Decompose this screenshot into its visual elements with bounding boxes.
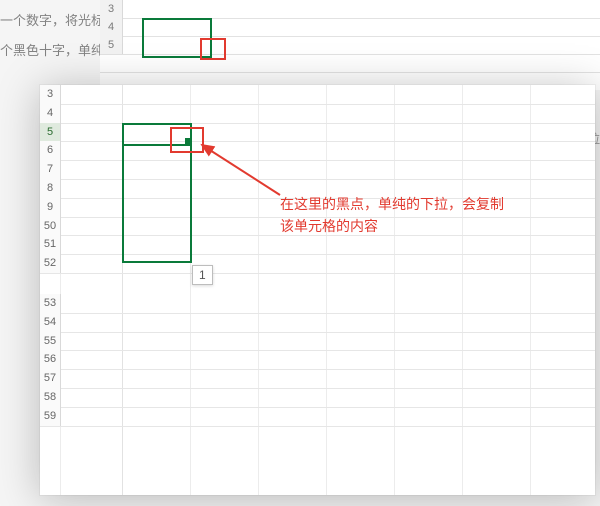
bg-callout-box <box>200 38 226 60</box>
row-header[interactable]: 6 <box>40 141 61 160</box>
row-header[interactable]: 58 <box>40 388 61 407</box>
row-header[interactable]: 9 <box>40 198 61 217</box>
spreadsheet-grid[interactable]: 3 4 5 6 7 8 9 50 51 52 53 54 55 56 57 58… <box>40 85 595 495</box>
row-header[interactable]: 7 <box>40 160 61 179</box>
annotation-line: 在这里的黑点，单纯的下拉，会复制 <box>280 193 504 215</box>
row-header[interactable]: 54 <box>40 313 61 332</box>
row-header[interactable]: 8 <box>40 179 61 198</box>
annotation-text: 在这里的黑点，单纯的下拉，会复制 该单元格的内容 <box>280 193 504 237</box>
row-header[interactable]: 53 <box>40 294 61 313</box>
bg-row-header: 3 <box>100 0 123 18</box>
background-spreadsheet: 3 4 5 <box>100 0 600 90</box>
row-header[interactable]: 4 <box>40 104 61 123</box>
row-header[interactable]: 51 <box>40 235 61 254</box>
callout-box <box>170 127 204 153</box>
fill-drag-range <box>122 141 192 263</box>
fill-tooltip: 1 <box>192 265 213 285</box>
row-header[interactable]: 59 <box>40 407 61 426</box>
tooltip-text: 1 <box>199 268 206 282</box>
row-header[interactable]: 57 <box>40 369 61 388</box>
row-header[interactable]: 56 <box>40 350 61 369</box>
annotation-line: 该单元格的内容 <box>280 215 504 237</box>
row-header[interactable]: 52 <box>40 254 61 273</box>
row-header[interactable]: 3 <box>40 85 61 104</box>
screenshot-card: 3 4 5 6 7 8 9 50 51 52 53 54 55 56 57 58… <box>40 85 595 495</box>
row-header[interactable]: 50 <box>40 217 61 236</box>
row-header[interactable]: 55 <box>40 332 61 351</box>
bg-row-header: 4 <box>100 18 123 36</box>
bg-row-header: 5 <box>100 36 123 54</box>
row-header-active[interactable]: 5 <box>40 123 61 142</box>
